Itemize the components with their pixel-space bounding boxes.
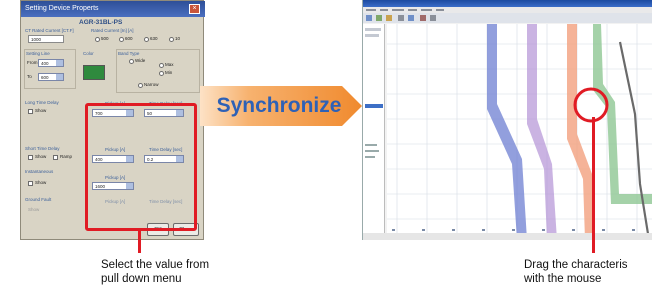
short-time-label: Short Time Delay <box>25 146 60 151</box>
band-option-min: Min <box>165 70 173 75</box>
band-option-narrow: Narrow <box>144 82 159 87</box>
short-time-show-checkbox[interactable] <box>28 155 33 160</box>
rated-option-3: 630 <box>150 36 158 41</box>
instantaneous-show-label: Show <box>35 180 47 185</box>
rated-option-2: 600 <box>125 36 133 41</box>
short-time-show-label: Show <box>35 154 47 159</box>
chevron-down-icon <box>56 74 63 80</box>
right-callout-line <box>592 117 595 253</box>
to-select[interactable]: 600 <box>38 73 64 81</box>
rated-radio-2[interactable] <box>119 37 124 42</box>
drag-indicator-circle <box>573 87 609 123</box>
long-time-show-label: Show <box>35 108 47 113</box>
orange-curve-band[interactable] <box>567 24 595 240</box>
model-name: AGR-31BL-PS <box>79 19 123 26</box>
ramp-checkbox[interactable] <box>53 155 58 160</box>
rated-option-1: 500 <box>101 36 109 41</box>
from-select[interactable]: 400 <box>38 59 64 67</box>
to-value: 600 <box>41 75 49 80</box>
ground-fault-show-label: Show <box>28 207 40 212</box>
long-time-show-checkbox[interactable] <box>28 109 33 114</box>
left-caption-line1: Select the value from <box>101 259 210 271</box>
band-option-max: Max <box>165 62 174 67</box>
highlight-box <box>85 103 197 231</box>
setting-line-label: Setting Line <box>26 51 50 56</box>
blue-curve-band[interactable] <box>487 24 527 240</box>
to-label: To <box>27 74 32 79</box>
device-tree-panel[interactable] <box>363 24 385 240</box>
band-option-wide: Wide <box>135 58 146 63</box>
band-radio-max[interactable] <box>159 63 164 68</box>
rated-radio-4[interactable] <box>169 37 174 42</box>
toolbar <box>363 13 652 23</box>
instantaneous-label: Instantaneous <box>25 169 54 174</box>
ct-label: CT Rated Current [CT.F] <box>25 28 74 33</box>
from-value: 400 <box>41 61 49 66</box>
left-caption-line2: pull down menu <box>101 273 182 285</box>
gray-curve-line[interactable] <box>618 41 651 240</box>
band-radio-narrow[interactable] <box>138 83 143 88</box>
status-bar <box>363 233 652 240</box>
close-icon[interactable]: × <box>189 4 200 14</box>
from-label: From <box>27 60 38 65</box>
band-type-label: Band Type <box>118 51 140 56</box>
ground-fault-label: Ground Fault <box>25 197 52 202</box>
rated-option-4: 10 <box>175 36 181 41</box>
ramp-label: Ramp <box>60 154 73 159</box>
axis-ticks <box>392 229 635 231</box>
left-callout-line <box>138 231 141 253</box>
toolbar-buttons[interactable] <box>363 13 652 23</box>
long-time-label: Long Time Delay <box>25 100 59 105</box>
band-radio-min[interactable] <box>159 71 164 76</box>
color-label: Color <box>83 51 94 56</box>
window-titlebar <box>363 0 652 7</box>
band-radio-wide[interactable] <box>129 59 134 64</box>
right-caption-line1: Drag the characteris <box>524 259 628 271</box>
synchronize-label: Synchronize <box>216 94 342 117</box>
rated-current-label: Rated Current [In] [A] <box>91 28 134 33</box>
color-swatch[interactable] <box>83 65 105 80</box>
tcc-plot-area[interactable] <box>387 24 652 240</box>
rated-radio-3[interactable] <box>144 37 149 42</box>
dialog-title: Setting Device Properts <box>21 1 205 17</box>
right-caption-line2: with the mouse <box>524 273 602 285</box>
purple-curve-band[interactable] <box>527 24 557 240</box>
rated-radio-1[interactable] <box>95 37 100 42</box>
ct-field[interactable]: 1000 <box>28 35 64 43</box>
chevron-down-icon <box>56 60 63 66</box>
instantaneous-show-checkbox[interactable] <box>28 181 33 186</box>
